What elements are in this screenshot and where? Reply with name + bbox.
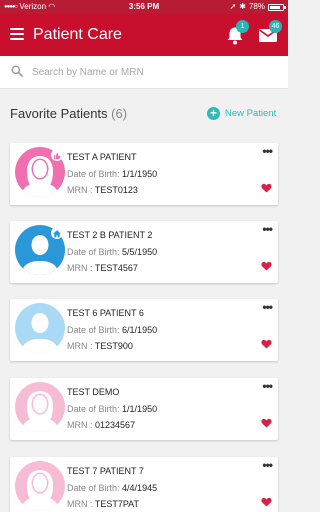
location-icon: ➚	[229, 2, 237, 11]
new-patient-button[interactable]: + New Patient	[207, 107, 276, 120]
date-of-birth: Date of Birth: 5/5/1950	[67, 247, 157, 257]
favorite-heart-icon[interactable]	[261, 418, 272, 428]
date-of-birth: Date of Birth: 1/1/1950	[67, 404, 157, 414]
mrn-value: TEST0123	[94, 185, 138, 195]
mrn-label: MRN :	[67, 499, 93, 509]
patient-card[interactable]: TEST A PATIENT Date of Birth: 1/1/1950 MRN…	[10, 143, 278, 205]
mrn: MRN : TEST0123	[67, 185, 138, 195]
dob-value: 1/1/1950	[122, 404, 158, 414]
favorite-heart-icon[interactable]	[261, 497, 272, 507]
patient-name: TEST 2 B PATIENT 2	[67, 230, 153, 240]
battery-percent: 78%	[248, 2, 265, 11]
dob-value: 6/1/1950	[122, 325, 158, 335]
messages-badge: 46	[269, 20, 282, 33]
dob-label: Date of Birth:	[67, 325, 120, 335]
avatar	[15, 303, 65, 353]
favorites-heading: Favorite Patients (6)	[10, 106, 127, 121]
mrn-value: TEST4567	[94, 263, 138, 273]
mrn: MRN : TEST900	[67, 341, 133, 351]
patient-card[interactable]: TEST 6 PATIENT 6 Date of Birth: 6/1/1950 M…	[10, 299, 278, 361]
status-right: ➚ ✱ 78%	[229, 0, 286, 14]
page-title: Patient Care	[33, 26, 122, 43]
notifications-button[interactable]: 1	[226, 20, 249, 46]
dob-value: 5/5/1950	[122, 247, 158, 257]
favorites-count: (6)	[111, 106, 128, 121]
messages-button[interactable]: 46	[258, 20, 282, 46]
date-of-birth: Date of Birth: 1/1/1950	[67, 169, 157, 179]
date-of-birth: Date of Birth: 6/1/1950	[67, 325, 157, 335]
new-patient-label: New Patient	[225, 108, 277, 119]
mrn-value: 01234567	[95, 420, 136, 430]
search-input[interactable]	[32, 64, 272, 80]
more-options-icon[interactable]: •••	[262, 301, 273, 313]
mrn-value: TEST7PAT	[94, 499, 140, 509]
patient-name: TEST DEMO	[67, 387, 120, 397]
mrn: MRN : 01234567	[67, 420, 135, 430]
favorite-heart-icon[interactable]	[261, 183, 272, 193]
avatar	[15, 382, 65, 432]
favorites-title: Favorite Patients	[10, 106, 108, 121]
date-of-birth: Date of Birth: 4/4/1945	[67, 483, 157, 493]
plus-circle-icon: +	[207, 107, 220, 120]
patient-card[interactable]: TEST 2 B PATIENT 2 Date of Birth: 5/5/195…	[10, 221, 278, 283]
patient-name: TEST 7 PATIENT 7	[67, 466, 144, 476]
dob-label: Date of Birth:	[67, 169, 120, 179]
favorite-heart-icon[interactable]	[261, 339, 272, 349]
home-icon	[51, 227, 63, 239]
search-icon	[11, 65, 23, 77]
more-options-icon[interactable]: •••	[262, 145, 273, 157]
patient-card[interactable]: TEST DEMO Date of Birth: 1/1/1950 MRN : 01…	[10, 378, 278, 440]
patient-name: TEST A PATIENT	[67, 152, 137, 162]
mrn-value: TEST900	[94, 341, 133, 351]
patient-card[interactable]: TEST 7 PATIENT 7 Date of Birth: 4/4/1945 M…	[10, 457, 278, 512]
notifications-badge: 1	[236, 20, 249, 33]
hamburger-menu-icon[interactable]	[10, 28, 24, 40]
mrn-label: MRN :	[67, 263, 93, 273]
avatar	[15, 461, 65, 511]
mrn: MRN : TEST4567	[67, 263, 138, 273]
more-options-icon[interactable]: •••	[262, 459, 273, 471]
battery-icon	[268, 3, 286, 11]
mrn-label: MRN :	[67, 185, 93, 195]
dob-value: 1/1/1950	[122, 169, 158, 179]
more-options-icon[interactable]: •••	[262, 380, 273, 392]
mrn-label: MRN :	[67, 420, 93, 430]
patient-name: TEST 6 PATIENT 6	[67, 308, 144, 318]
mrn: MRN : TEST7PAT	[67, 499, 139, 509]
dob-label: Date of Birth:	[67, 404, 120, 414]
dob-label: Date of Birth:	[67, 247, 120, 257]
status-bar: ●●●●○ Verizon ◠ 3:56 PM ➚ ✱ 78%	[0, 0, 288, 14]
dob-label: Date of Birth:	[67, 483, 120, 493]
mrn-label: MRN :	[67, 341, 93, 351]
search-bar	[0, 56, 288, 89]
thumbs-up-icon	[51, 149, 63, 161]
bluetooth-icon: ✱	[239, 2, 246, 11]
favorite-heart-icon[interactable]	[261, 261, 272, 271]
app-header: Patient Care 1 46	[0, 14, 288, 56]
more-options-icon[interactable]: •••	[262, 223, 273, 235]
dob-value: 4/4/1945	[122, 483, 158, 493]
